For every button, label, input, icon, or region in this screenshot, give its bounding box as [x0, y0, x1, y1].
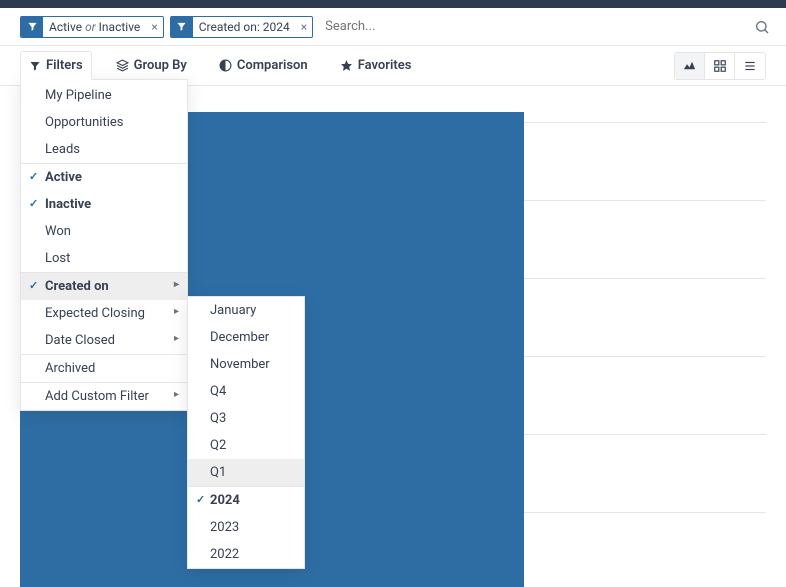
- funnel-icon: [29, 60, 41, 72]
- filter-date-closed[interactable]: Date Closed▸: [21, 327, 187, 354]
- submenu-2024[interactable]: 2024: [188, 487, 304, 514]
- filter-opportunities[interactable]: Opportunities: [21, 109, 187, 136]
- submenu-december[interactable]: December: [188, 324, 304, 351]
- contrast-icon: [219, 59, 232, 72]
- filter-chip-active-inactive[interactable]: Active or Inactive ×: [20, 16, 164, 38]
- filter-leads[interactable]: Leads: [21, 136, 187, 163]
- search-input[interactable]: [319, 15, 750, 38]
- filter-created-on[interactable]: Created on▸: [21, 273, 187, 300]
- filter-lost[interactable]: Lost: [21, 245, 187, 272]
- chevron-right-icon: ▸: [174, 279, 179, 290]
- chart-view-icon[interactable]: [675, 53, 705, 79]
- filters-dropdown: My Pipeline Opportunities Leads Active I…: [20, 79, 188, 411]
- submenu-january[interactable]: January: [188, 297, 304, 324]
- favorites-button[interactable]: Favorites: [332, 52, 420, 79]
- submenu-2022[interactable]: 2022: [188, 541, 304, 568]
- view-switcher: [674, 52, 766, 80]
- comparison-button[interactable]: Comparison: [211, 52, 316, 79]
- close-icon[interactable]: ×: [146, 20, 162, 34]
- filter-won[interactable]: Won: [21, 218, 187, 245]
- submenu-q2[interactable]: Q2: [188, 432, 304, 459]
- submenu-q4[interactable]: Q4: [188, 378, 304, 405]
- search-bar: Active or Inactive × Created on: 2024 ×: [0, 8, 786, 46]
- filter-expected-closing[interactable]: Expected Closing▸: [21, 300, 187, 327]
- grid-view-icon[interactable]: [705, 53, 735, 79]
- chevron-right-icon: ▸: [174, 306, 179, 317]
- filter-chip-created-on[interactable]: Created on: 2024 ×: [170, 16, 313, 38]
- created-on-submenu: January December November Q4 Q3 Q2 Q1 20…: [187, 296, 305, 569]
- list-view-icon[interactable]: [735, 53, 765, 79]
- star-icon: [340, 59, 353, 72]
- chevron-right-icon: ▸: [174, 389, 179, 400]
- chip-text: Created on: 2024: [193, 20, 296, 34]
- submenu-q1[interactable]: Q1: [188, 459, 304, 486]
- funnel-icon: [171, 16, 193, 38]
- filter-active[interactable]: Active: [21, 164, 187, 191]
- chip-text: Active or Inactive: [43, 20, 146, 34]
- filters-button[interactable]: Filters: [20, 51, 92, 80]
- submenu-q3[interactable]: Q3: [188, 405, 304, 432]
- filter-add-custom[interactable]: Add Custom Filter▸: [21, 383, 187, 410]
- filter-inactive[interactable]: Inactive: [21, 191, 187, 218]
- chevron-right-icon: ▸: [174, 333, 179, 344]
- submenu-november[interactable]: November: [188, 351, 304, 378]
- funnel-icon: [21, 16, 43, 38]
- group-by-button[interactable]: Group By: [108, 52, 195, 79]
- filter-archived[interactable]: Archived: [21, 355, 187, 382]
- submenu-2023[interactable]: 2023: [188, 514, 304, 541]
- search-icon[interactable]: [750, 15, 774, 39]
- filter-my-pipeline[interactable]: My Pipeline: [21, 80, 187, 109]
- layers-icon: [116, 59, 129, 72]
- close-icon[interactable]: ×: [296, 20, 312, 34]
